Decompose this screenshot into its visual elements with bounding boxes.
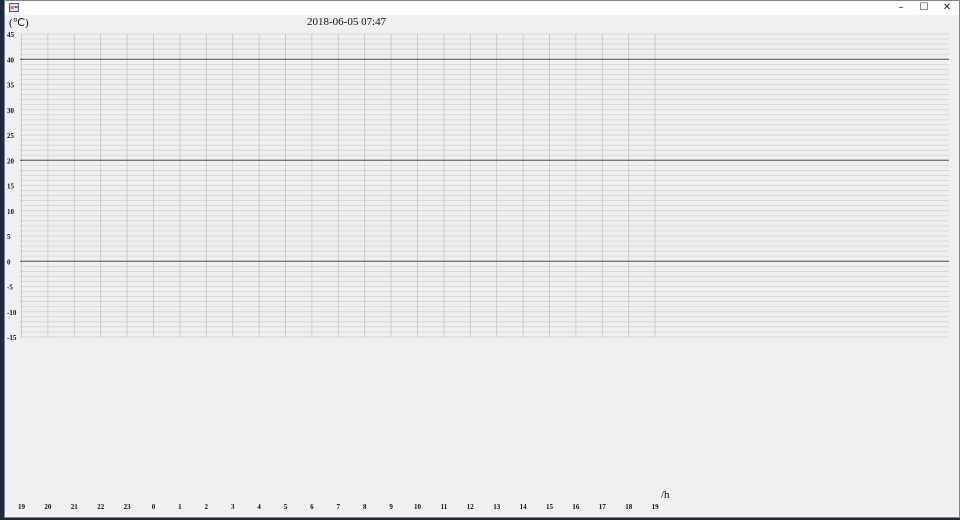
- y-tick-label: 15: [7, 183, 15, 191]
- minimize-button[interactable]: –: [889, 1, 913, 15]
- x-tick-label: 13: [493, 503, 501, 511]
- datetime-label: 2018-06-05 07:47: [307, 16, 387, 28]
- y-axis-tick-labels: 45 40 35 30 25 20 15 10 5 0 -5 -10 -15: [7, 31, 17, 342]
- temperature-chart: 454035302520151050-5-10-15 19 20 21 22 23 0 1 2…: [7, 31, 949, 511]
- y-tick-label: -15: [7, 334, 17, 342]
- chart-area: 45 40 35 30 25 20 15 10 5 0 -5 -10 -15 19 20 21 22 23 0 1 2…: [5, 15, 959, 517]
- y-tick-label: 10: [7, 208, 15, 216]
- maximize-button[interactable]: ☐: [912, 1, 936, 15]
- x-tick-label: 12: [467, 503, 475, 511]
- x-tick-label: 17: [599, 503, 607, 511]
- x-tick-label: 21: [71, 503, 79, 511]
- x-tick-label: 16: [572, 503, 580, 511]
- y-tick-label: 25: [7, 132, 15, 140]
- y-tick-label: 30: [7, 107, 15, 115]
- y-tick-label: 5: [7, 233, 11, 241]
- x-tick-label: 19: [652, 503, 660, 511]
- x-tick-label: 18: [625, 503, 633, 511]
- y-tick-label: 0: [7, 258, 11, 266]
- x-tick-label: 2: [205, 503, 209, 511]
- x-tick-label: 14: [520, 503, 528, 511]
- y-axis-unit-label: (℃): [9, 17, 29, 29]
- app-window-icon: [9, 3, 19, 12]
- title-bar[interactable]: – ☐ ✕: [5, 1, 959, 15]
- x-axis-tick-labels: 19 20 21 22 23 0 1 2 3 4 5 6 7 8 9 10 11 12 13 14 15 16 17 18 19: [18, 503, 659, 511]
- x-tick-label: 7: [337, 503, 341, 511]
- x-tick-label: 11: [441, 503, 448, 511]
- x-tick-label: 9: [389, 503, 393, 511]
- y-tick-label: 20: [7, 157, 15, 165]
- y-tick-label: -5: [7, 284, 13, 292]
- y-tick-label: -10: [7, 309, 17, 317]
- x-tick-label: 3: [231, 503, 235, 511]
- y-tick-label: 45: [7, 31, 15, 39]
- x-tick-label: 23: [124, 503, 132, 511]
- x-tick-label: 6: [310, 503, 314, 511]
- x-tick-label: 22: [97, 503, 105, 511]
- x-tick-label: 15: [546, 503, 554, 511]
- x-tick-label: 1: [178, 503, 182, 511]
- app-window: – ☐ ✕ 45 40 35 30 25 20 15 10 5 0 -5 -10 -15 19 20 21 2…: [4, 0, 960, 518]
- x-tick-label: 0: [152, 503, 156, 511]
- y-tick-label: 35: [7, 82, 15, 90]
- y-tick-label: 40: [7, 56, 15, 64]
- x-tick-label: 10: [414, 503, 422, 511]
- x-tick-label: 4: [257, 503, 261, 511]
- grid-minor-lines: [20, 33, 949, 338]
- x-tick-label: 5: [284, 503, 288, 511]
- close-button[interactable]: ✕: [935, 1, 959, 15]
- x-tick-label: 20: [44, 503, 52, 511]
- x-axis-unit-label: /h: [661, 489, 670, 501]
- x-tick-label: 19: [18, 503, 26, 511]
- x-tick-label: 8: [363, 503, 367, 511]
